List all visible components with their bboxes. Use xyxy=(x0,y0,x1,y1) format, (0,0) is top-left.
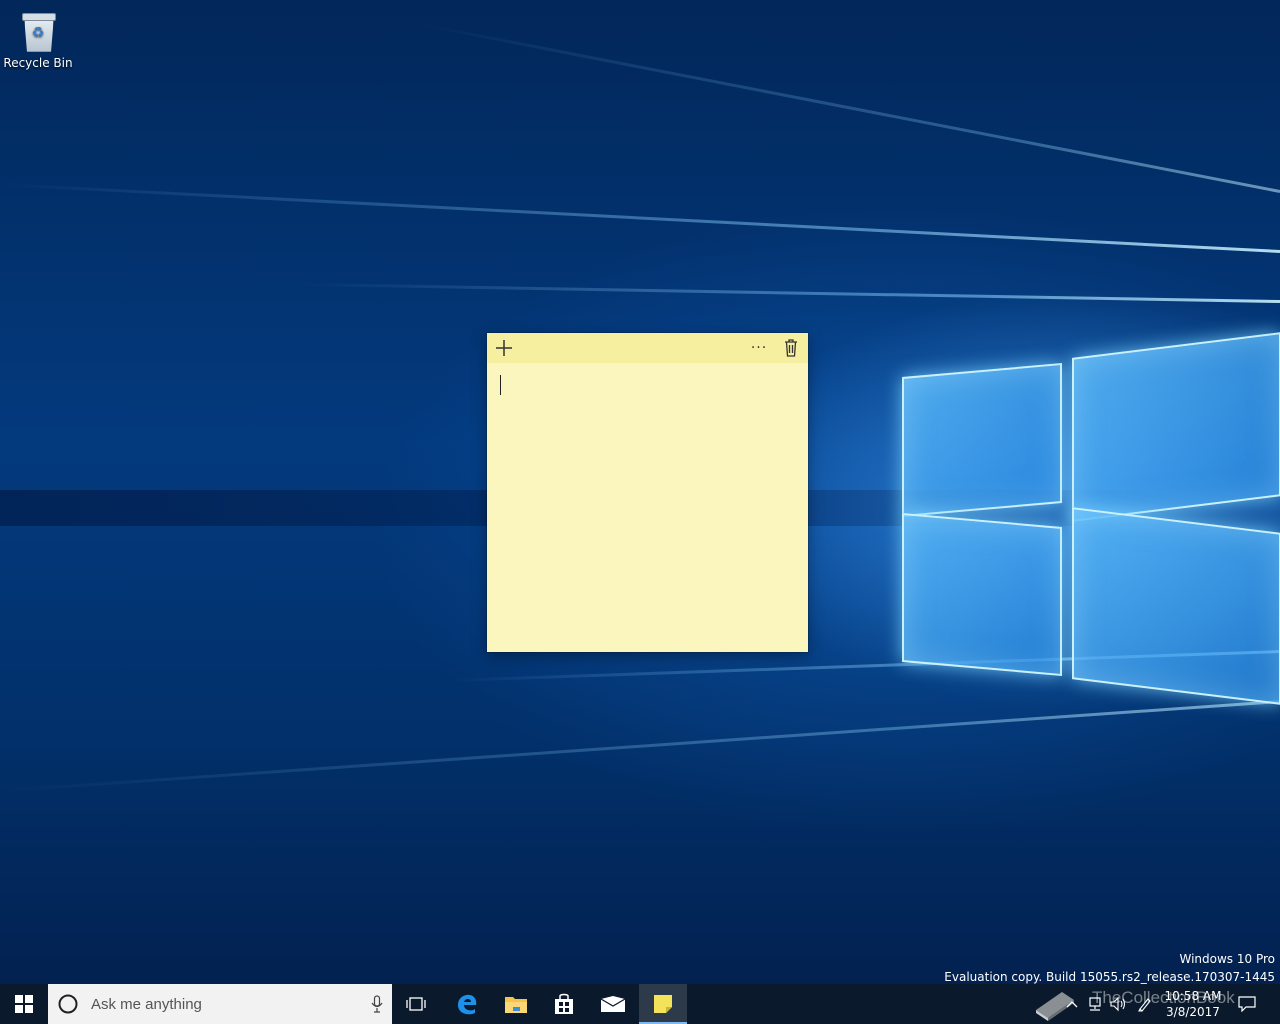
network-button[interactable] xyxy=(1084,984,1106,1024)
recycle-bin-icon: ♻ xyxy=(19,10,57,52)
note-text-area[interactable] xyxy=(487,363,808,652)
sticky-note-header[interactable]: ··· xyxy=(487,333,808,363)
clock-time: 10:58 AM xyxy=(1164,989,1222,1003)
windows-watermark: Windows 10 Pro Evaluation copy. Build 15… xyxy=(944,950,1275,984)
clock-date: 3/8/2017 xyxy=(1166,1005,1220,1019)
pen-workspace-button[interactable] xyxy=(1134,984,1156,1024)
note-menu-button[interactable]: ··· xyxy=(744,333,774,363)
add-note-button[interactable] xyxy=(489,333,519,363)
pen-icon xyxy=(1138,998,1151,1012)
desktop-icon-recycle-bin[interactable]: ♻ Recycle Bin xyxy=(2,6,74,70)
desktop-icon-label: Recycle Bin xyxy=(3,56,73,70)
taskbar-app-mail[interactable] xyxy=(589,984,637,1024)
microphone-icon[interactable] xyxy=(371,995,383,1013)
clock[interactable]: 10:58 AM 3/8/2017 xyxy=(1160,988,1226,1020)
volume-button[interactable] xyxy=(1108,984,1130,1024)
watermark-edition: Windows 10 Pro xyxy=(1179,952,1275,966)
more-icon: ··· xyxy=(750,340,768,356)
notification-icon xyxy=(1238,996,1256,1012)
plus-icon xyxy=(496,340,512,356)
taskbar: TheCollectionBook 10:58 AM 3/8/2017 xyxy=(0,984,1280,1024)
light-beam xyxy=(300,282,1280,303)
edge-icon xyxy=(458,994,477,1015)
cortana-search-box[interactable] xyxy=(48,984,392,1024)
chevron-up-icon xyxy=(1066,1001,1078,1008)
trash-icon xyxy=(785,339,797,357)
task-view-button[interactable] xyxy=(392,984,440,1024)
logo-pane-bottom-right xyxy=(1072,507,1280,705)
taskbar-app-file-explorer[interactable] xyxy=(492,984,540,1024)
text-caret xyxy=(500,375,501,395)
taskbar-app-sticky-notes[interactable] xyxy=(639,984,687,1024)
volume-icon xyxy=(1110,996,1126,1012)
cortana-icon xyxy=(58,994,78,1014)
folder-icon xyxy=(505,997,527,1013)
logo-pane-top-right xyxy=(1072,332,1280,522)
start-button[interactable] xyxy=(0,984,48,1024)
desktop: ♻ Recycle Bin Windows 10 Pro Evaluation … xyxy=(0,0,1280,984)
store-icon xyxy=(555,993,573,1014)
watermark-build: Evaluation copy. Build 15055.rs2_release… xyxy=(944,970,1275,984)
mail-icon xyxy=(600,996,626,1012)
sticky-notes-icon xyxy=(654,995,672,1013)
light-beam xyxy=(415,22,1280,193)
windows-start-icon xyxy=(15,995,33,1013)
taskbar-app-store[interactable] xyxy=(540,984,588,1024)
logo-pane-top-left xyxy=(902,363,1062,517)
action-center-button[interactable] xyxy=(1232,984,1262,1024)
light-beam xyxy=(1,183,1280,253)
task-view-icon xyxy=(406,997,426,1011)
light-beam xyxy=(3,700,1280,793)
logo-pane-bottom-left xyxy=(902,513,1062,676)
sticky-note-window[interactable]: ··· xyxy=(487,333,808,652)
search-input[interactable] xyxy=(89,994,343,1014)
delete-note-button[interactable] xyxy=(776,333,806,363)
taskbar-app-edge[interactable] xyxy=(443,984,491,1024)
show-hidden-icons-button[interactable] xyxy=(1062,984,1082,1024)
network-icon xyxy=(1089,997,1101,1011)
